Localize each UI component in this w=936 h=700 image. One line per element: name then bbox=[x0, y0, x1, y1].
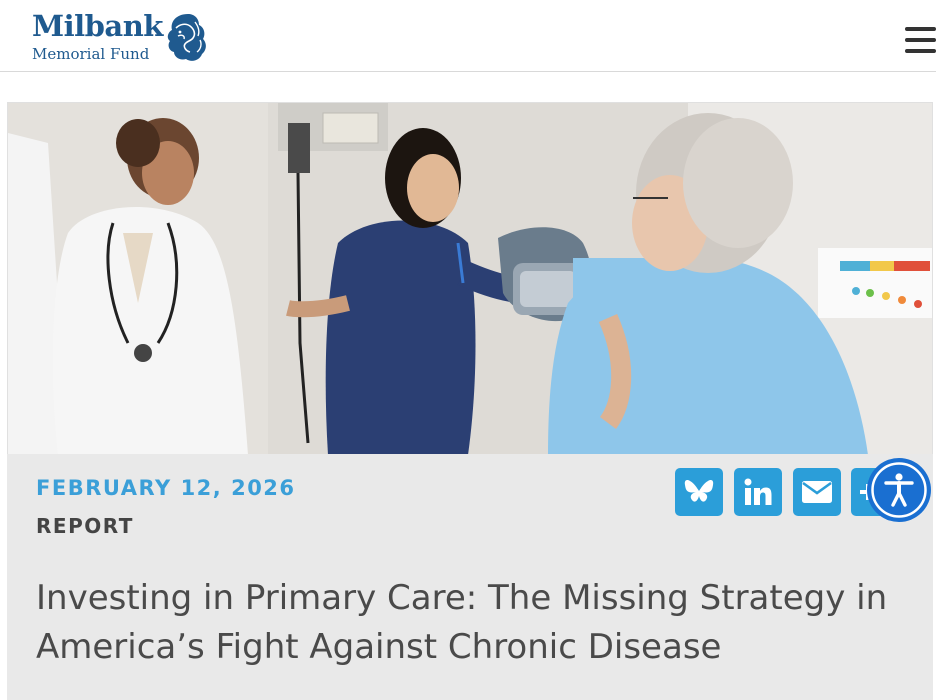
share-email-button[interactable] bbox=[793, 468, 841, 516]
bluesky-icon bbox=[684, 480, 714, 502]
accessibility-icon bbox=[867, 458, 931, 522]
hero-photo-illustration bbox=[8, 103, 932, 454]
hamburger-menu-icon[interactable] bbox=[905, 25, 936, 55]
lion-logo-icon bbox=[167, 14, 206, 61]
share-linkedin-button[interactable] bbox=[734, 468, 782, 516]
site-logo[interactable]: Milbank Memorial Fund bbox=[32, 10, 212, 66]
hero-image bbox=[7, 102, 933, 454]
article-title: Investing in Primary Care: The Missing S… bbox=[36, 578, 888, 667]
logo-name-line1: Milbank bbox=[32, 9, 163, 43]
site-header: Milbank Memorial Fund bbox=[0, 0, 936, 72]
accessibility-button[interactable] bbox=[866, 457, 932, 523]
email-icon bbox=[802, 481, 832, 503]
logo-name-line2: Memorial Fund bbox=[32, 45, 150, 63]
article-type: REPORT bbox=[36, 514, 134, 538]
article-date: FEBRUARY 12, 2026 bbox=[36, 476, 296, 500]
article-card: FEBRUARY 12, 2026 REPORT Investing in Pr… bbox=[7, 454, 933, 700]
share-bluesky-button[interactable] bbox=[675, 468, 723, 516]
linkedin-icon bbox=[744, 478, 772, 505]
